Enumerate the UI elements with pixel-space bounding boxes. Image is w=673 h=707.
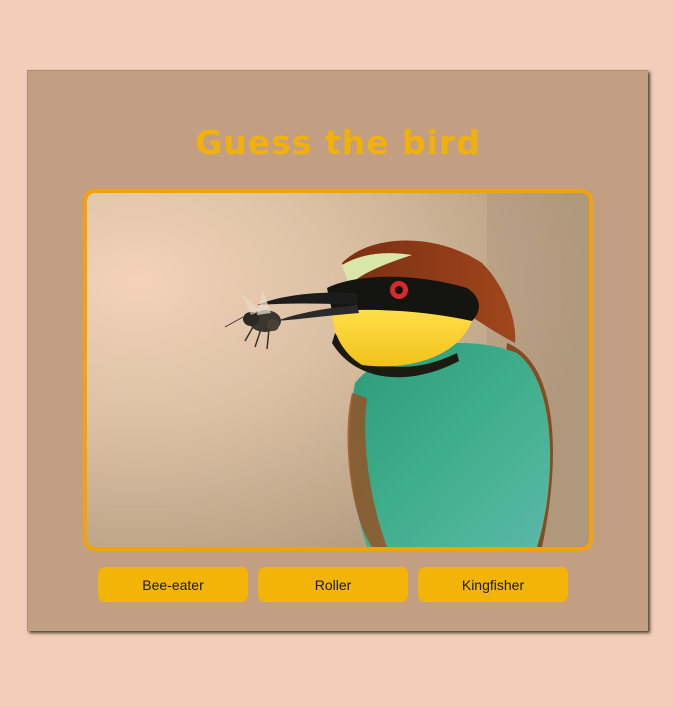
- bird-photo: [87, 193, 589, 547]
- choice-kingfisher-button[interactable]: Kingfisher: [418, 567, 568, 602]
- answer-choices: Bee-eater Roller Kingfisher: [98, 567, 578, 603]
- choice-bee-eater-button[interactable]: Bee-eater: [98, 567, 248, 602]
- choice-roller-button[interactable]: Roller: [258, 567, 408, 602]
- game-card: Guess the bird Bee-eater Roller Kingfish…: [27, 70, 648, 631]
- game-title: Guess the bird: [195, 123, 481, 162]
- bird-photo-frame: [83, 189, 593, 551]
